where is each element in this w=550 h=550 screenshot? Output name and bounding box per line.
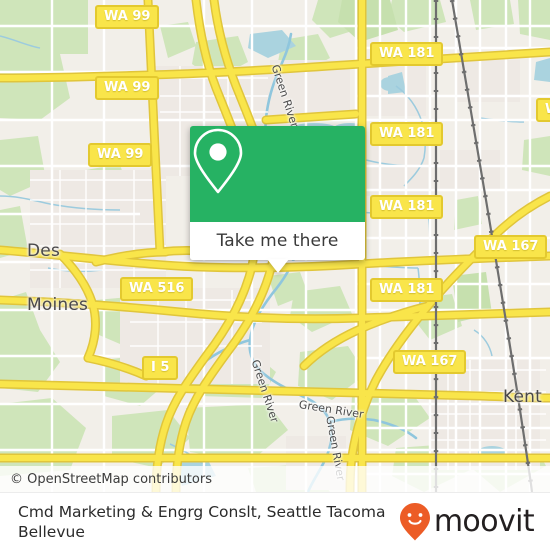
take-me-there-label: Take me there	[216, 231, 339, 251]
highway-shield-wa-516[interactable]: WA 516	[120, 277, 194, 301]
highway-shield-wa-181[interactable]: WA 181	[370, 122, 444, 146]
highway-shield-wa-181[interactable]: WA 181	[370, 42, 444, 66]
moovit-brand[interactable]: moovit	[399, 502, 535, 542]
popup-header	[190, 126, 365, 222]
place-title: Cmd Marketing & Engrg Conslt, Seattle Ta…	[18, 502, 386, 541]
map-pin-icon	[193, 128, 243, 194]
highway-shield-wa-167[interactable]: WA 167	[474, 235, 548, 259]
attribution-text[interactable]: © OpenStreetMap contributors	[0, 472, 212, 487]
highway-shield-wa-99[interactable]: WA 99	[95, 76, 160, 100]
moovit-wordmark: moovit	[433, 503, 535, 539]
highway-shield-wa-181[interactable]: WA 181	[370, 278, 444, 302]
map-canvas[interactable]: Des Moines Kent Green River Green River …	[0, 0, 550, 492]
map-attribution: © OpenStreetMap contributors	[0, 466, 550, 492]
highway-shield-i-5[interactable]: I 5	[142, 356, 179, 380]
highway-shield-wa-167[interactable]: WA 167	[393, 350, 467, 374]
popup-pointer	[266, 259, 289, 273]
map-screenshot: Des Moines Kent Green River Green River …	[0, 0, 550, 550]
highway-shield-wa-181[interactable]: WA 181	[370, 195, 444, 219]
popup-body[interactable]: Take me there	[190, 222, 365, 273]
footer-bar: Cmd Marketing & Engrg Conslt, Seattle Ta…	[0, 492, 550, 550]
moovit-smiley-pin-icon	[399, 502, 430, 540]
highway-shield-wa-99[interactable]: WA 99	[95, 5, 160, 29]
highway-shield-partial[interactable]: W	[536, 98, 550, 122]
location-popup[interactable]: Take me there	[190, 126, 365, 273]
highway-shield-wa-99[interactable]: WA 99	[88, 143, 153, 167]
